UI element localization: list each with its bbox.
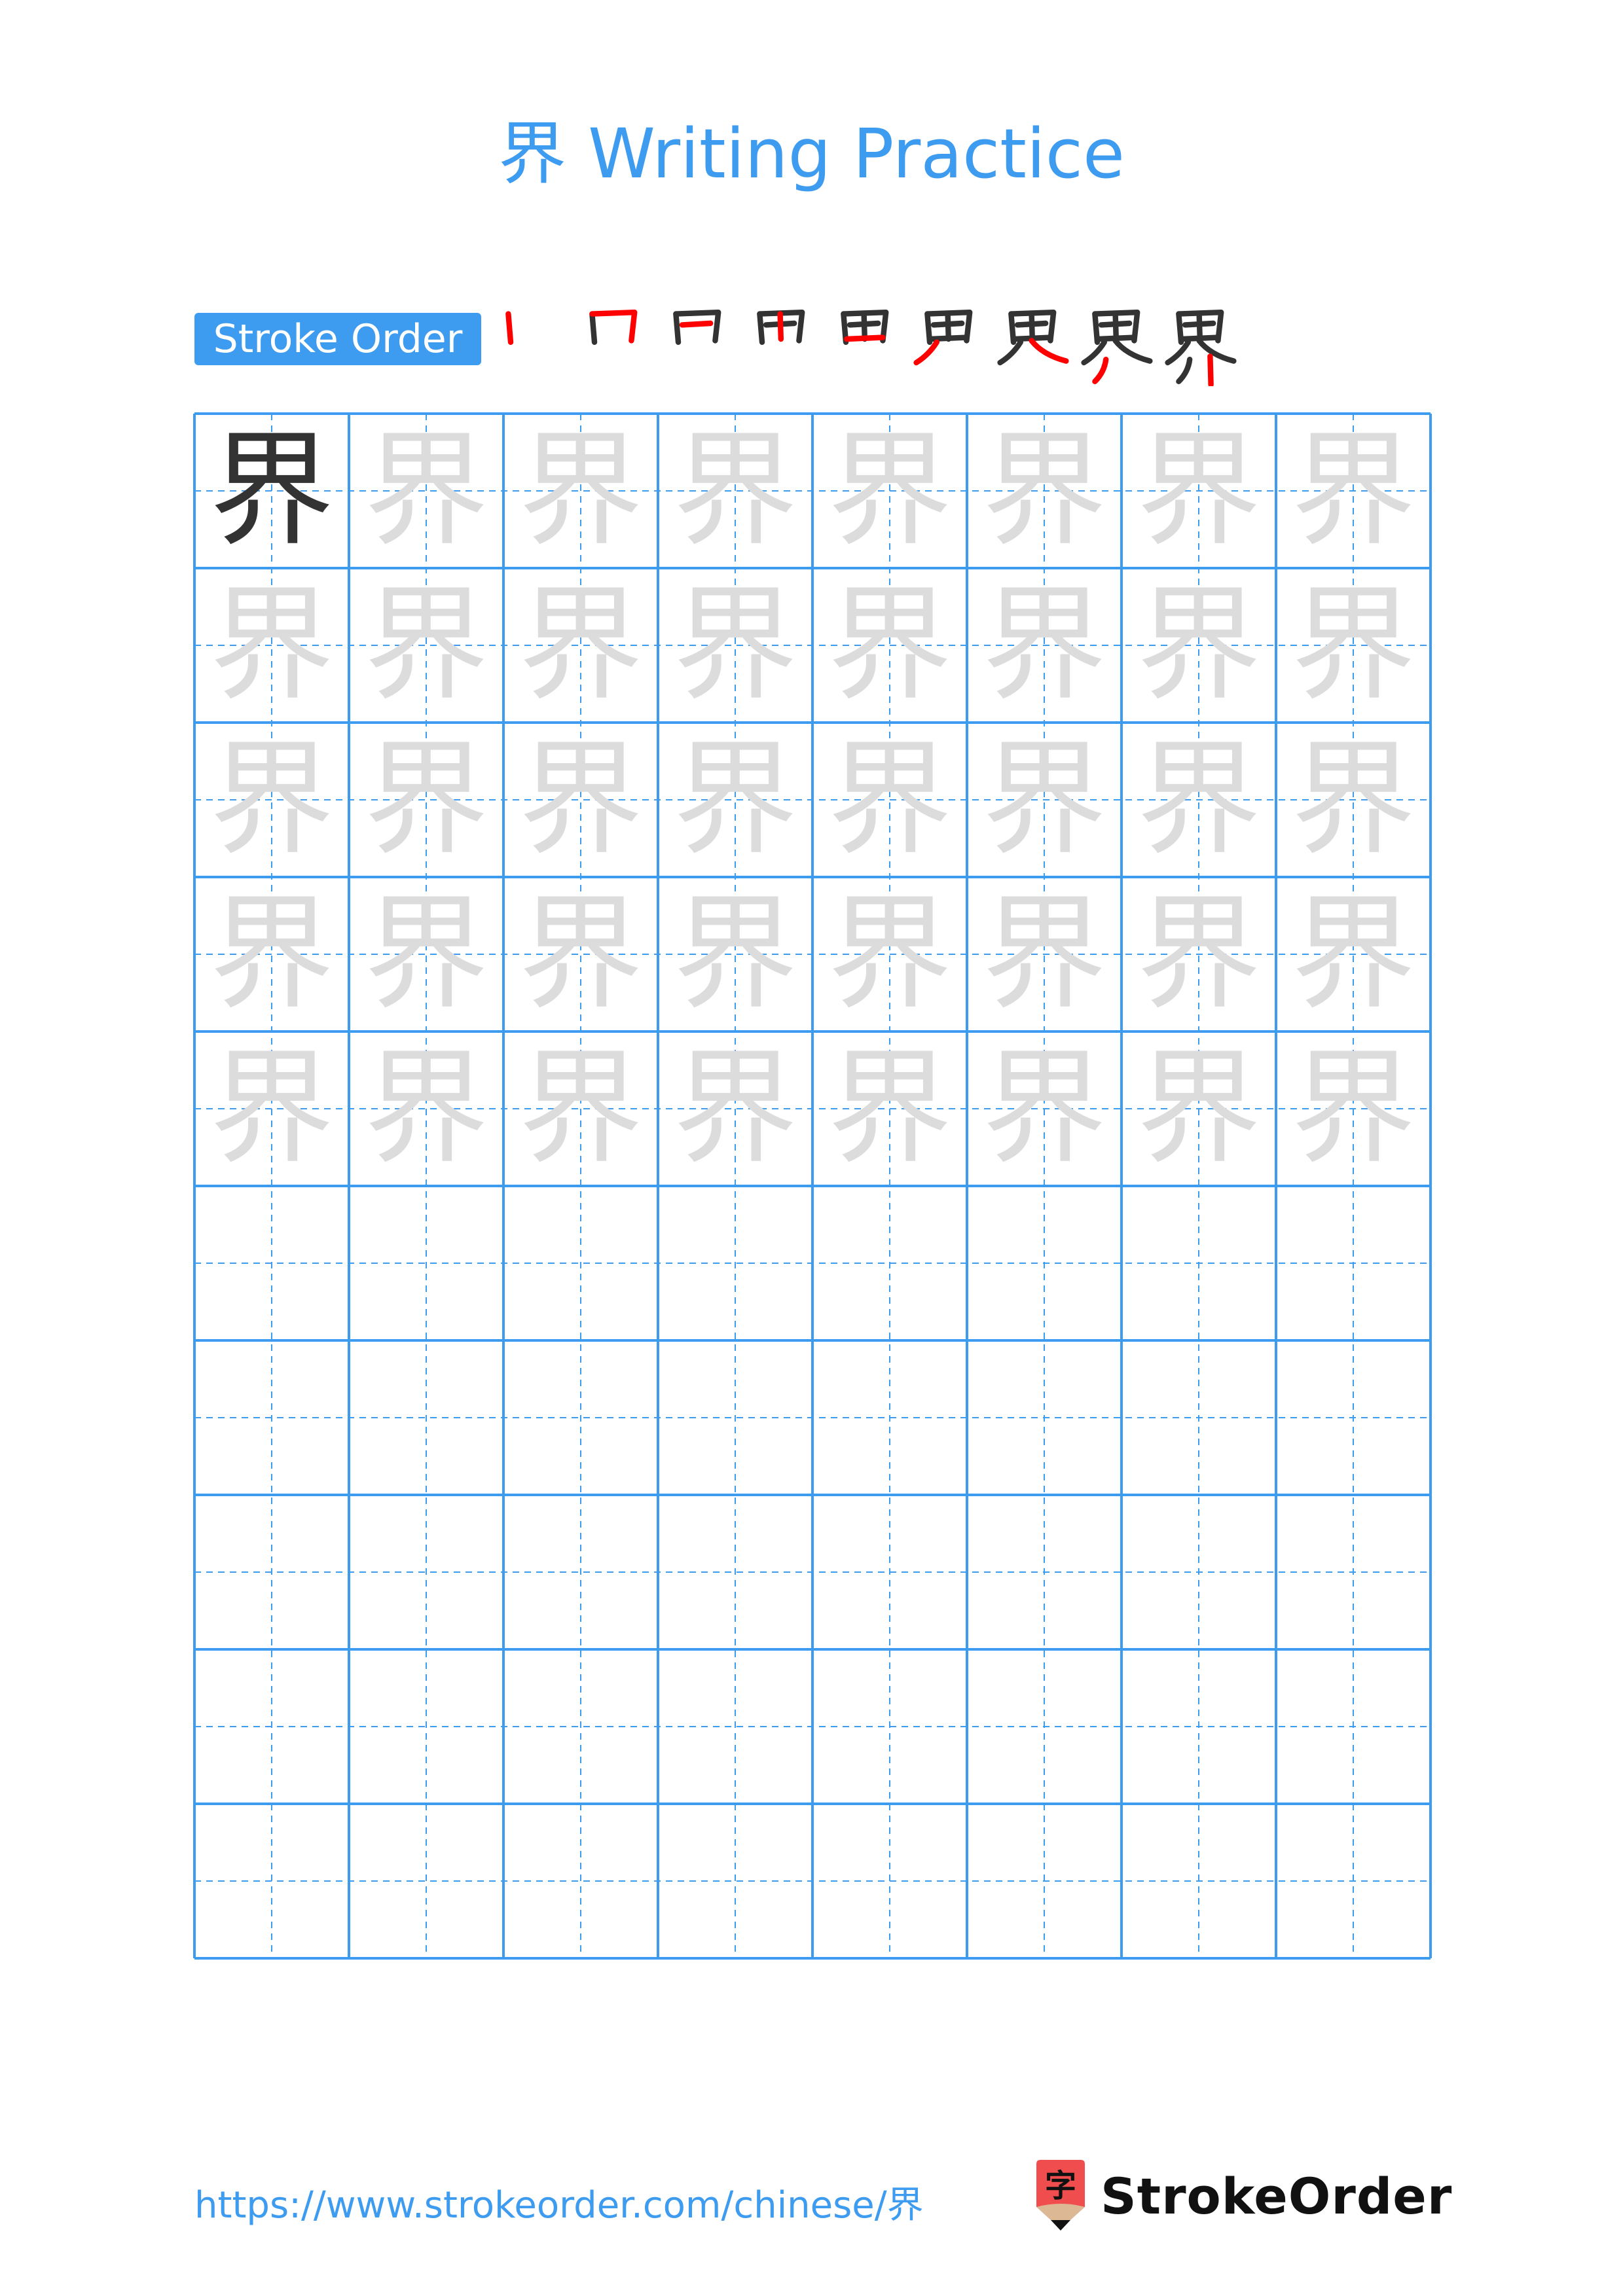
stroke-6 <box>1081 339 1107 366</box>
stroke-4 <box>861 311 867 342</box>
brand: 字 StrokeOrder <box>1031 2160 1452 2232</box>
stroke-1 <box>505 311 514 345</box>
stroke-step-7 <box>994 308 1072 386</box>
stroke-step-1 <box>491 308 570 386</box>
stroke-6 <box>913 339 939 366</box>
stroke-8 <box>1176 357 1193 384</box>
stroke-7 <box>1112 338 1153 364</box>
stroke-4 <box>945 311 951 342</box>
brand-name: StrokeOrder <box>1101 2166 1453 2225</box>
stroke-order-sequence <box>491 308 1245 393</box>
strokeorder-logo-icon: 字 <box>1036 2160 1085 2231</box>
stroke-step-9 <box>1161 308 1240 386</box>
stroke-1 <box>673 311 682 345</box>
footer-url-link[interactable]: https://www.strokeorder.com/chinese/界 <box>194 2179 924 2232</box>
stroke-7 <box>1196 338 1237 364</box>
stroke-1 <box>757 311 765 345</box>
stroke-step-3 <box>659 308 737 386</box>
page-title: 界 Writing Practice <box>498 114 1125 194</box>
stroke-6 <box>997 339 1023 366</box>
grid-lines <box>193 412 1432 1960</box>
stroke-step-6 <box>910 308 989 386</box>
stroke-step-8 <box>1078 308 1156 386</box>
stroke-3 <box>679 320 714 328</box>
stroke-6 <box>1165 339 1191 366</box>
stroke-step-5 <box>826 308 905 386</box>
stroke-7 <box>1029 338 1069 364</box>
stroke-1 <box>589 311 598 345</box>
stroke-4 <box>777 311 784 342</box>
practice-grid: 界界界界界界界界界界界界界界界界界界界界界界界界界界界界界界界界界界界界界界界界 <box>193 412 1432 1960</box>
stroke-order-label: Stroke Order <box>194 313 481 365</box>
svg-text:字: 字 <box>1045 2168 1076 2204</box>
stroke-8 <box>1092 357 1109 384</box>
stroke-2 <box>589 310 638 344</box>
stroke-9 <box>1207 353 1214 386</box>
stroke-5 <box>928 334 970 342</box>
stroke-5 <box>844 334 886 342</box>
stroke-4 <box>1196 311 1203 342</box>
stroke-step-2 <box>575 308 653 386</box>
stroke-step-4 <box>742 308 821 386</box>
